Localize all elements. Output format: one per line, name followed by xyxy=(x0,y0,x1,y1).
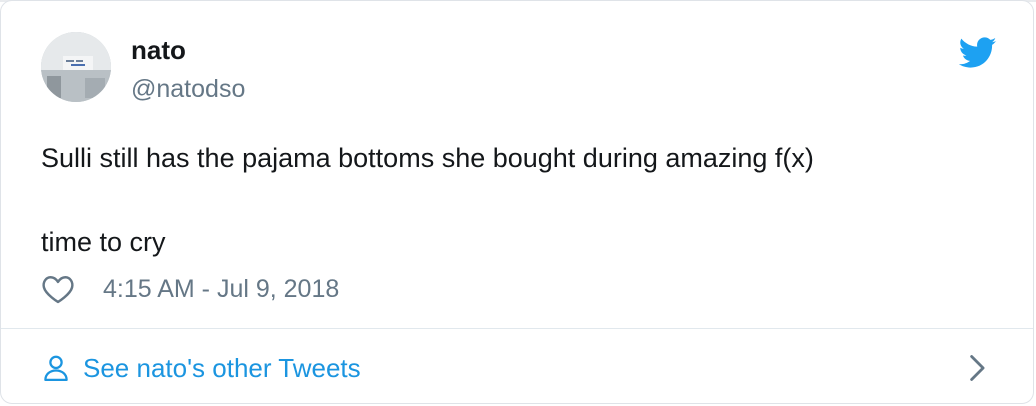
author-handle[interactable]: @natodso xyxy=(131,74,245,104)
tweet-text-line: time to cry xyxy=(41,227,166,257)
see-other-tweets-label[interactable]: See nato's other Tweets xyxy=(83,353,361,384)
footer-divider xyxy=(1,328,1033,329)
tweet-meta: 4:15 AM - Jul 9, 2018 xyxy=(41,271,339,307)
tweet-text-line: Sulli still has the pajama bottoms she b… xyxy=(41,143,814,173)
chevron-right-icon[interactable] xyxy=(967,354,989,382)
heart-icon[interactable] xyxy=(41,274,75,304)
person-icon xyxy=(44,355,68,381)
avatar-photo xyxy=(41,32,111,102)
author-display-name[interactable]: nato xyxy=(131,35,186,65)
tweet-timestamp[interactable]: 4:15 AM - Jul 9, 2018 xyxy=(103,275,339,304)
author-avatar[interactable] xyxy=(41,32,111,102)
see-other-tweets-link[interactable]: See nato's other Tweets xyxy=(41,350,361,386)
tweet-text: Sulli still has the pajama bottoms she b… xyxy=(41,137,1001,263)
twitter-bird-icon[interactable] xyxy=(959,37,997,69)
embedded-tweet-card: nato @natodso Sulli still has the pajama… xyxy=(0,0,1034,404)
